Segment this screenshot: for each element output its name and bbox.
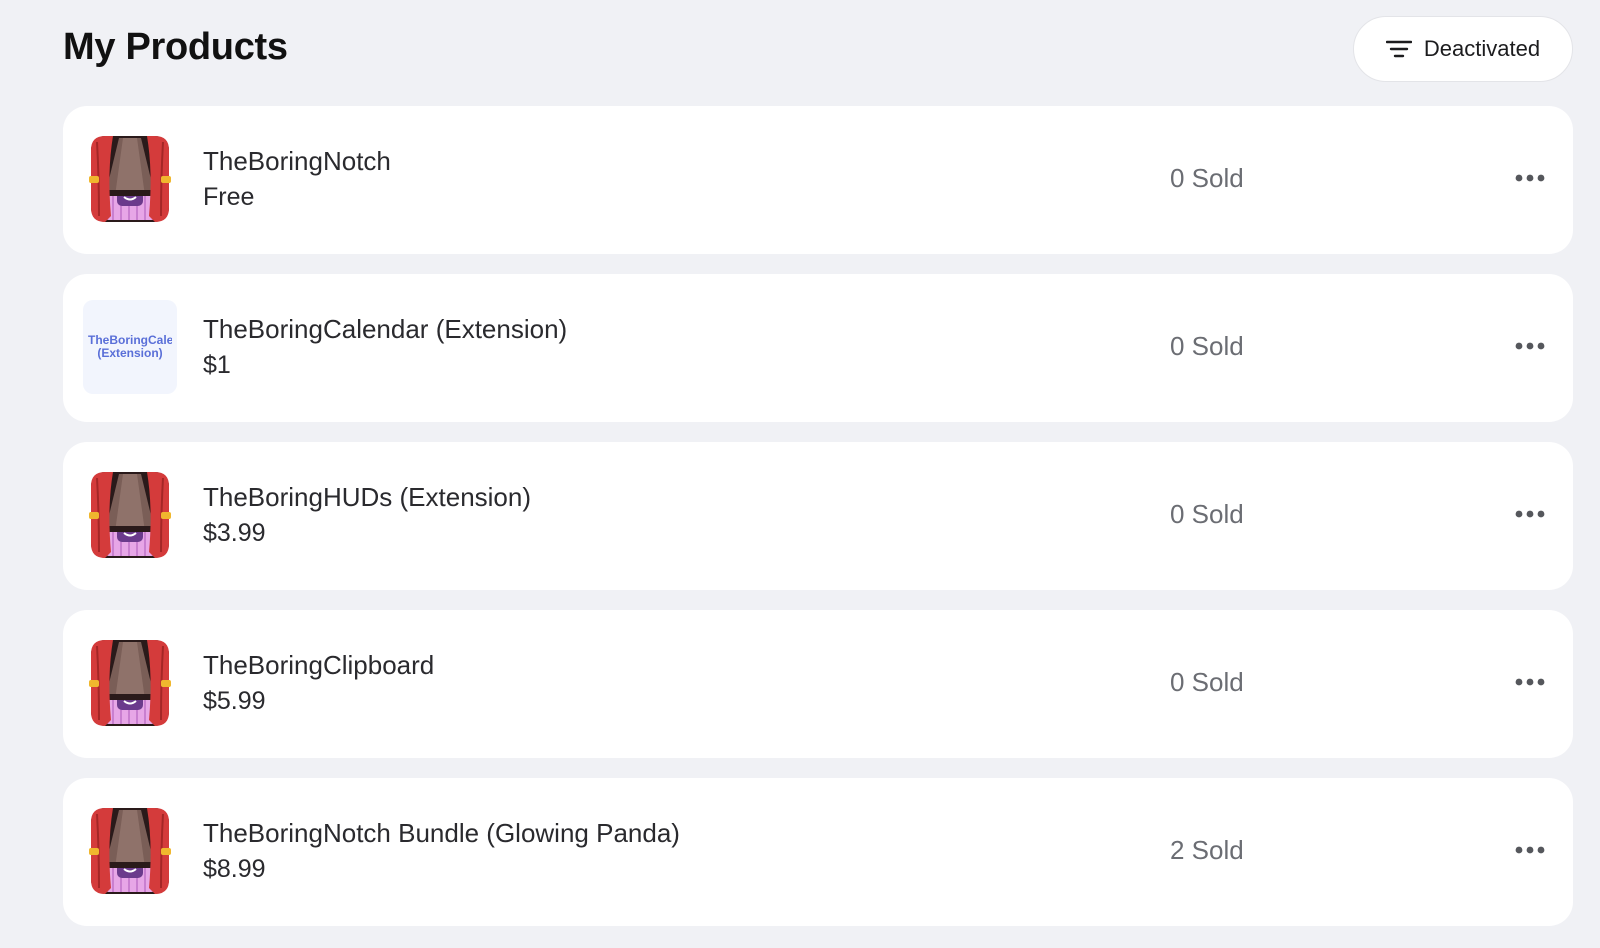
sold-count: 0 Sold	[1170, 499, 1244, 529]
filter-button[interactable]: Deactivated	[1353, 16, 1573, 82]
product-price: $1	[203, 351, 231, 379]
filter-label: Deactivated	[1423, 36, 1541, 61]
sold-count: 0 Sold	[1170, 163, 1244, 193]
more-horizontal-icon	[1515, 342, 1545, 350]
product-row[interactable]: TheBoringNotch Bundle (Glowing Panda) $8…	[63, 778, 1573, 926]
more-options-button[interactable]	[1505, 830, 1555, 870]
page-title: My Products	[63, 26, 288, 68]
product-name[interactable]: TheBoringNotch Bundle (Glowing Panda)	[203, 815, 680, 851]
product-price: Free	[203, 183, 255, 211]
sold-count: 2 Sold	[1170, 835, 1244, 865]
product-app-icon	[83, 468, 177, 562]
product-name[interactable]: TheBoringNotch	[203, 143, 391, 179]
more-horizontal-icon	[1515, 174, 1545, 182]
more-options-button[interactable]	[1505, 326, 1555, 366]
product-name[interactable]: TheBoringCalendar (Extension)	[203, 311, 567, 347]
filter-lines-icon	[1385, 39, 1413, 59]
product-app-icon	[83, 804, 177, 898]
more-horizontal-icon	[1515, 510, 1545, 518]
more-options-button[interactable]	[1505, 158, 1555, 198]
sold-count: 0 Sold	[1170, 331, 1244, 361]
product-name[interactable]: TheBoringClipboard	[203, 647, 434, 683]
product-row[interactable]: TheBoringNotch Free 0 Sold	[63, 106, 1573, 254]
product-row[interactable]: TheBoringCalendar (Extension) TheBoringC…	[63, 274, 1573, 422]
product-info: TheBoringNotch Free	[203, 143, 391, 215]
product-list: TheBoringNotch Free 0 Sold TheBoringCale…	[63, 106, 1573, 946]
product-price: $8.99	[203, 855, 266, 883]
product-price: $5.99	[203, 687, 266, 715]
page-header: My Products Deactivated	[63, 16, 1573, 84]
product-row[interactable]: TheBoringClipboard $5.99 0 Sold	[63, 610, 1573, 758]
product-text-thumbnail: TheBoringCalendar (Extension)	[83, 300, 177, 394]
product-app-icon	[83, 636, 177, 730]
product-info: TheBoringNotch Bundle (Glowing Panda) $8…	[203, 815, 680, 887]
product-name[interactable]: TheBoringHUDs (Extension)	[203, 479, 531, 515]
product-info: TheBoringClipboard $5.99	[203, 647, 434, 719]
product-row[interactable]: TheBoringHUDs (Extension) $3.99 0 Sold	[63, 442, 1573, 590]
more-options-button[interactable]	[1505, 662, 1555, 702]
thumbnail-text-line: (Extension)	[97, 346, 163, 360]
product-price: $3.99	[203, 519, 266, 547]
more-horizontal-icon	[1515, 846, 1545, 854]
product-info: TheBoringCalendar (Extension) $1	[203, 311, 567, 383]
product-info: TheBoringHUDs (Extension) $3.99	[203, 479, 531, 551]
more-horizontal-icon	[1515, 678, 1545, 686]
sold-count: 0 Sold	[1170, 667, 1244, 697]
product-app-icon	[83, 132, 177, 226]
more-options-button[interactable]	[1505, 494, 1555, 534]
